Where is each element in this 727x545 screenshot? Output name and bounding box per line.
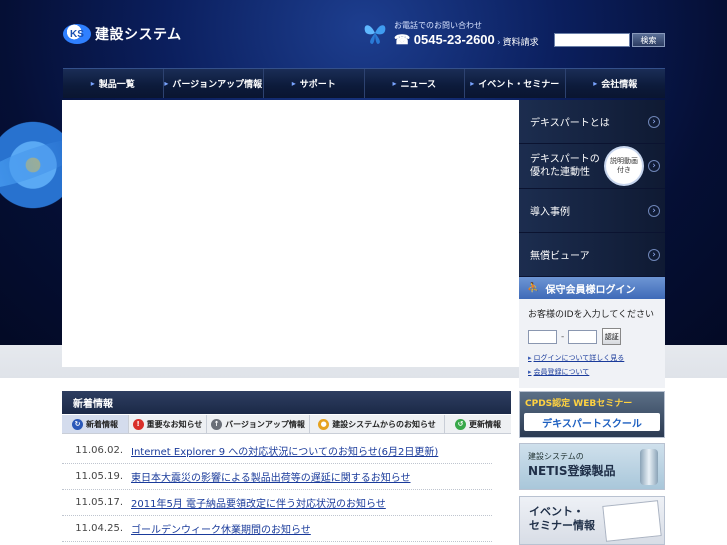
chevron-right-icon: ▸ — [593, 79, 598, 88]
banner-subtitle: デキスパートスクール — [524, 413, 660, 431]
tab-updates[interactable]: ↺ 更新情報 — [445, 415, 511, 433]
login-button[interactable]: 認証 — [602, 328, 622, 345]
side-item-label: 導入事例 — [530, 207, 570, 218]
side-item-label: デキスパートとは — [530, 118, 610, 129]
video-badge-line2: 付き — [617, 166, 631, 174]
contact-caption: お電話でのお問い合わせ — [394, 21, 482, 30]
refresh-icon: ↻ — [72, 418, 83, 430]
side-item-about[interactable]: デキスパートとは › — [519, 100, 665, 144]
logo-mark-icon: KS — [63, 24, 91, 44]
nav-item-events[interactable]: ▸ イベント・セミナー — [465, 69, 566, 98]
news-tabs: ↻ 新着情報 ! 重要なお知らせ ↑ バージョンアップ情報 ● 建設システムから… — [62, 415, 511, 434]
nav-item-company[interactable]: ▸ 会社情報 — [566, 69, 666, 98]
login-prompt: お客様のIDを入力してください — [528, 310, 655, 320]
main-visual-area — [62, 100, 519, 367]
chevron-right-icon: ▸ — [470, 79, 475, 88]
video-badge: 説明動画 付き — [606, 148, 642, 184]
nav-label: 会社情報 — [601, 80, 638, 90]
tab-label: 新着情報 — [86, 419, 118, 429]
nav-label: バージョンアップ情報 — [172, 80, 263, 90]
list-item: 11.05.17. 2011年5月 電子納品要領改定に伴う対応状況のお知らせ — [62, 490, 492, 516]
nav-label: 製品一覧 — [98, 80, 135, 90]
side-item-label-line2: 優れた連動性 — [530, 167, 590, 178]
login-row: - 認証 — [528, 328, 656, 345]
news-title-link[interactable]: ゴールデンウィーク休業期間のお知らせ — [131, 521, 311, 536]
nav-item-products[interactable]: ▸ 製品一覧 — [63, 69, 164, 98]
chevron-right-icon: ▸ — [164, 79, 169, 88]
news-title-link[interactable]: 2011年5月 電子納品要領改定に伴う対応状況のお知らせ — [131, 495, 386, 510]
chevron-right-icon: ▸ — [291, 79, 296, 88]
nav-label: ニュース — [400, 80, 437, 90]
news-date: 11.04.25. — [75, 523, 123, 534]
company-logo[interactable]: KS 建設システム — [63, 23, 182, 45]
news-title-link[interactable]: 東日本大震災の影響による製品出荷等の遅延に関するお知らせ — [131, 469, 411, 484]
login-header: ⛹ 保守会員様ログイン — [519, 277, 665, 299]
event-seminar-banner[interactable]: イベント・ セミナー情報 — [519, 496, 665, 545]
news-date: 11.05.17. — [75, 497, 123, 508]
news-date: 11.05.19. — [75, 471, 123, 482]
login-separator: - — [561, 331, 565, 342]
news-title-link[interactable]: Internet Explorer 9 への対応状況についてのお知らせ(6月2日… — [131, 443, 438, 458]
update-icon: ↺ — [455, 418, 466, 430]
login-id-field-2[interactable] — [568, 329, 598, 344]
contact-phone[interactable]: ☎ 0545-23-2600 — [394, 32, 495, 48]
list-item: 11.04.25. ゴールデンウィーク休業期間のお知らせ — [62, 516, 492, 542]
chevron-right-icon: › — [648, 248, 660, 261]
chevron-right-icon: › — [648, 115, 660, 128]
list-item: 11.05.19. 東日本大震災の影響による製品出荷等の遅延に関するお知らせ — [62, 464, 492, 490]
speech-bubble-icon: ● — [318, 418, 330, 430]
side-item-integration[interactable]: デキスパートの 優れた連動性 説明動画 付き › — [519, 144, 665, 189]
side-item-free-viewer[interactable]: 無償ビューア › — [519, 233, 665, 277]
product-can-icon — [640, 449, 658, 485]
tab-important[interactable]: ! 重要なお知らせ — [129, 415, 207, 433]
login-id-field-1[interactable] — [528, 329, 557, 344]
tab-label: 重要なお知らせ — [146, 419, 203, 429]
news-section-title: 新着情報 — [62, 391, 511, 414]
member-registration-link[interactable]: 会員登録について — [528, 367, 656, 377]
global-nav: ▸ 製品一覧 ▸ バージョンアップ情報 ▸ サポート ▸ ニュース ▸ イベント・セミナー… — [63, 68, 665, 98]
chevron-right-icon: ▸ — [90, 79, 95, 88]
butterfly-icon — [364, 25, 386, 44]
side-item-label: デキスパートの 優れた連動性 — [530, 153, 600, 179]
netis-banner[interactable]: 建設システムの NETIS登録製品 — [519, 443, 665, 490]
tab-version-up[interactable]: ↑ バージョンアップ情報 — [207, 415, 310, 433]
chevron-right-icon: ▸ — [392, 79, 397, 88]
contact-block: お電話でのお問い合わせ ☎ 0545-23-2600 — [394, 20, 495, 48]
up-arrow-icon: ↑ — [211, 418, 223, 430]
logo-text: 建設システム — [95, 27, 182, 43]
tab-label: バージョンアップ情報 — [225, 419, 305, 429]
video-badge-line1: 説明動画 — [610, 157, 638, 165]
login-help-link[interactable]: ログインについて詳しく見る — [528, 353, 656, 363]
list-item: 11.06.02. Internet Explorer 9 への対応状況について… — [62, 438, 492, 464]
login-title: 保守会員様ログイン — [545, 284, 636, 296]
chevron-right-icon: › — [648, 204, 660, 217]
tab-company-notice[interactable]: ● 建設システムからのお知らせ — [310, 415, 445, 433]
side-menu: デキスパートとは › デキスパートの 優れた連動性 説明動画 付き › 導入事例… — [519, 100, 665, 388]
chevron-right-icon: › — [648, 160, 660, 172]
nav-item-version-up[interactable]: ▸ バージョンアップ情報 — [164, 69, 264, 98]
nav-label: サポート — [299, 80, 336, 90]
cpds-seminar-banner[interactable]: CPDS認定 WEBセミナー デキスパートスクール — [519, 391, 665, 438]
tab-label: 更新情報 — [469, 419, 501, 429]
side-item-case-studies[interactable]: 導入事例 › — [519, 189, 665, 233]
whiteboard-icon — [602, 500, 662, 542]
banner-title: CPDS認定 WEBセミナー — [525, 399, 633, 409]
nav-item-support[interactable]: ▸ サポート — [264, 69, 365, 98]
member-icon: ⛹ — [527, 282, 540, 294]
news-list: 11.06.02. Internet Explorer 9 への対応状況について… — [62, 438, 492, 542]
side-item-label-line1: デキスパートの — [530, 154, 600, 165]
search-button[interactable]: 検索 — [632, 33, 665, 47]
news-date: 11.06.02. — [75, 445, 123, 456]
nav-label: イベント・セミナー — [478, 80, 560, 90]
warning-icon: ! — [132, 418, 144, 430]
nav-item-news[interactable]: ▸ ニュース — [365, 69, 465, 98]
login-form: お客様のIDを入力してください - 認証 ログインについて詳しく見る 会員登録に… — [519, 299, 665, 388]
tab-label: 建設システムからのお知らせ — [332, 419, 436, 429]
tab-latest[interactable]: ↻ 新着情報 — [62, 415, 129, 433]
side-item-label: 無償ビューア — [530, 251, 590, 262]
document-request-link[interactable]: 資料請求 — [497, 35, 539, 48]
search-input[interactable] — [554, 33, 630, 47]
